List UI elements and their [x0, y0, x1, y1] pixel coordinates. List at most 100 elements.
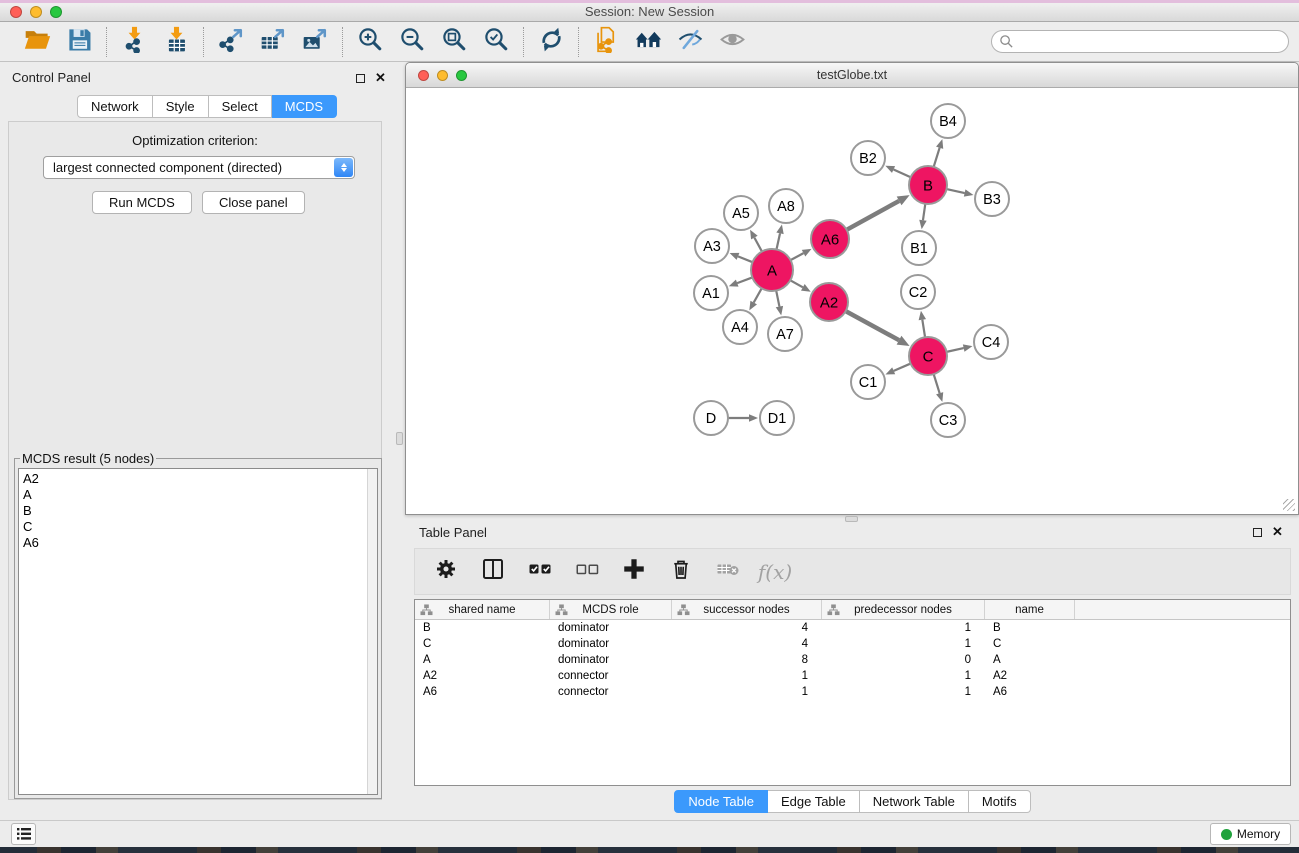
graph-node-D1[interactable]: D1	[760, 401, 794, 435]
edge-A-A8[interactable]	[776, 225, 783, 250]
edge-D-D1[interactable]	[728, 414, 758, 422]
edge-C-C1[interactable]	[885, 364, 910, 375]
table-cell[interactable]: 1	[672, 684, 822, 700]
edge-B-B3[interactable]	[947, 189, 974, 197]
show-eye-button[interactable]	[715, 25, 749, 59]
column-header-MCDS-role[interactable]: MCDS role	[550, 600, 672, 619]
table-row[interactable]: Cdominator41C	[415, 636, 1290, 652]
edge-A-A3[interactable]	[730, 253, 753, 262]
table-cell[interactable]: A6	[415, 684, 550, 700]
run-mcds-button[interactable]: Run MCDS	[92, 191, 192, 214]
table-row[interactable]: Bdominator41B	[415, 620, 1290, 636]
mcds-result-item[interactable]: A6	[23, 535, 377, 551]
table-cell[interactable]: B	[985, 620, 1075, 636]
import-table-button[interactable]	[159, 25, 193, 59]
scrollbar[interactable]	[367, 469, 377, 794]
edge-B-B4[interactable]	[934, 139, 944, 167]
gear-button[interactable]	[431, 557, 461, 587]
tab-select[interactable]: Select	[209, 95, 272, 118]
mcds-result-item[interactable]: C	[23, 519, 377, 535]
mcds-result-item[interactable]: A2	[23, 471, 377, 487]
table-row[interactable]: A2connector11A2	[415, 668, 1290, 684]
table-cell[interactable]: 4	[672, 636, 822, 652]
table-cell[interactable]: A2	[985, 668, 1075, 684]
export-table-button[interactable]	[256, 25, 290, 59]
minimize-window-icon[interactable]	[30, 6, 42, 18]
memory-button[interactable]: Memory	[1210, 823, 1291, 845]
edge-A-A6[interactable]	[791, 249, 812, 260]
tab-network[interactable]: Network	[77, 95, 153, 118]
zoom-out-button[interactable]	[395, 25, 429, 59]
graph-node-C2[interactable]: C2	[901, 275, 935, 309]
graph-node-C[interactable]: C	[909, 337, 947, 375]
table-row[interactable]: A6connector11A6	[415, 684, 1290, 700]
edge-A-A5[interactable]	[750, 230, 762, 252]
resize-grip-icon[interactable]	[1283, 499, 1295, 511]
table-cell[interactable]: 1	[822, 684, 985, 700]
open-file-button[interactable]	[20, 25, 54, 59]
table-cell[interactable]: 4	[672, 620, 822, 636]
float-table-panel-icon[interactable]	[1253, 528, 1262, 537]
graph-node-B3[interactable]: B3	[975, 182, 1009, 216]
edge-A-A2[interactable]	[790, 280, 810, 291]
select-all-button[interactable]	[525, 557, 555, 587]
hide-panel-button[interactable]	[673, 25, 707, 59]
tab-network-table[interactable]: Network Table	[860, 790, 969, 813]
graph-node-A4[interactable]: A4	[723, 310, 757, 344]
save-session-button[interactable]	[62, 25, 96, 59]
edge-A-A7[interactable]	[776, 291, 783, 316]
horizontal-divider-grip[interactable]	[845, 516, 858, 522]
graph-node-A8[interactable]: A8	[769, 189, 803, 223]
float-panel-icon[interactable]	[356, 74, 365, 83]
column-header-successor-nodes[interactable]: successor nodes	[672, 600, 822, 619]
vertical-divider-grip[interactable]	[396, 432, 403, 445]
table-cell[interactable]: A	[985, 652, 1075, 668]
zoom-selected-button[interactable]	[479, 25, 513, 59]
table-cell[interactable]: C	[985, 636, 1075, 652]
edge-A2-C[interactable]	[846, 311, 910, 346]
zoom-in-button[interactable]	[353, 25, 387, 59]
edge-C-C2[interactable]	[919, 311, 926, 337]
export-image-button[interactable]	[298, 25, 332, 59]
tab-edge-table[interactable]: Edge Table	[768, 790, 860, 813]
graph-node-B2[interactable]: B2	[851, 141, 885, 175]
search-input[interactable]	[991, 30, 1289, 53]
column-header-name[interactable]: name	[985, 600, 1075, 619]
graph-node-C1[interactable]: C1	[851, 365, 885, 399]
table-cell[interactable]: dominator	[550, 620, 672, 636]
mcds-result-item[interactable]: B	[23, 503, 377, 519]
mcds-result-item[interactable]: A	[23, 487, 377, 503]
clone-network-button[interactable]	[589, 25, 623, 59]
graph-node-A[interactable]: A	[751, 249, 793, 291]
graph-node-A7[interactable]: A7	[768, 317, 802, 351]
table-cell[interactable]: connector	[550, 684, 672, 700]
edge-B-B1[interactable]	[919, 204, 926, 229]
export-network-button[interactable]	[214, 25, 248, 59]
edge-A6-B[interactable]	[847, 195, 910, 230]
task-history-button[interactable]	[11, 823, 36, 845]
import-network-button[interactable]	[117, 25, 151, 59]
edge-B-B2[interactable]	[885, 166, 910, 177]
table-cell[interactable]: 1	[822, 636, 985, 652]
edge-A-A4[interactable]	[749, 288, 761, 310]
close-panel-icon[interactable]: ✕	[375, 73, 386, 83]
table-cell[interactable]: C	[415, 636, 550, 652]
delete-button[interactable]	[666, 557, 696, 587]
graph-node-B[interactable]: B	[909, 166, 947, 204]
graph-node-A2[interactable]: A2	[810, 283, 848, 321]
maximize-network-icon[interactable]	[456, 70, 467, 81]
column-header-shared-name[interactable]: shared name	[415, 600, 550, 619]
add-column-button[interactable]	[619, 557, 649, 587]
close-panel-button[interactable]: Close panel	[202, 191, 305, 214]
table-cell[interactable]: A6	[985, 684, 1075, 700]
table-cell[interactable]: A	[415, 652, 550, 668]
close-table-panel-icon[interactable]: ✕	[1272, 527, 1283, 537]
minimize-network-icon[interactable]	[437, 70, 448, 81]
tab-motifs[interactable]: Motifs	[969, 790, 1031, 813]
table-cell[interactable]: 1	[672, 668, 822, 684]
graph-node-B1[interactable]: B1	[902, 231, 936, 265]
close-network-icon[interactable]	[418, 70, 429, 81]
zoom-fit-button[interactable]	[437, 25, 471, 59]
table-cell[interactable]: 1	[822, 668, 985, 684]
maximize-window-icon[interactable]	[50, 6, 62, 18]
